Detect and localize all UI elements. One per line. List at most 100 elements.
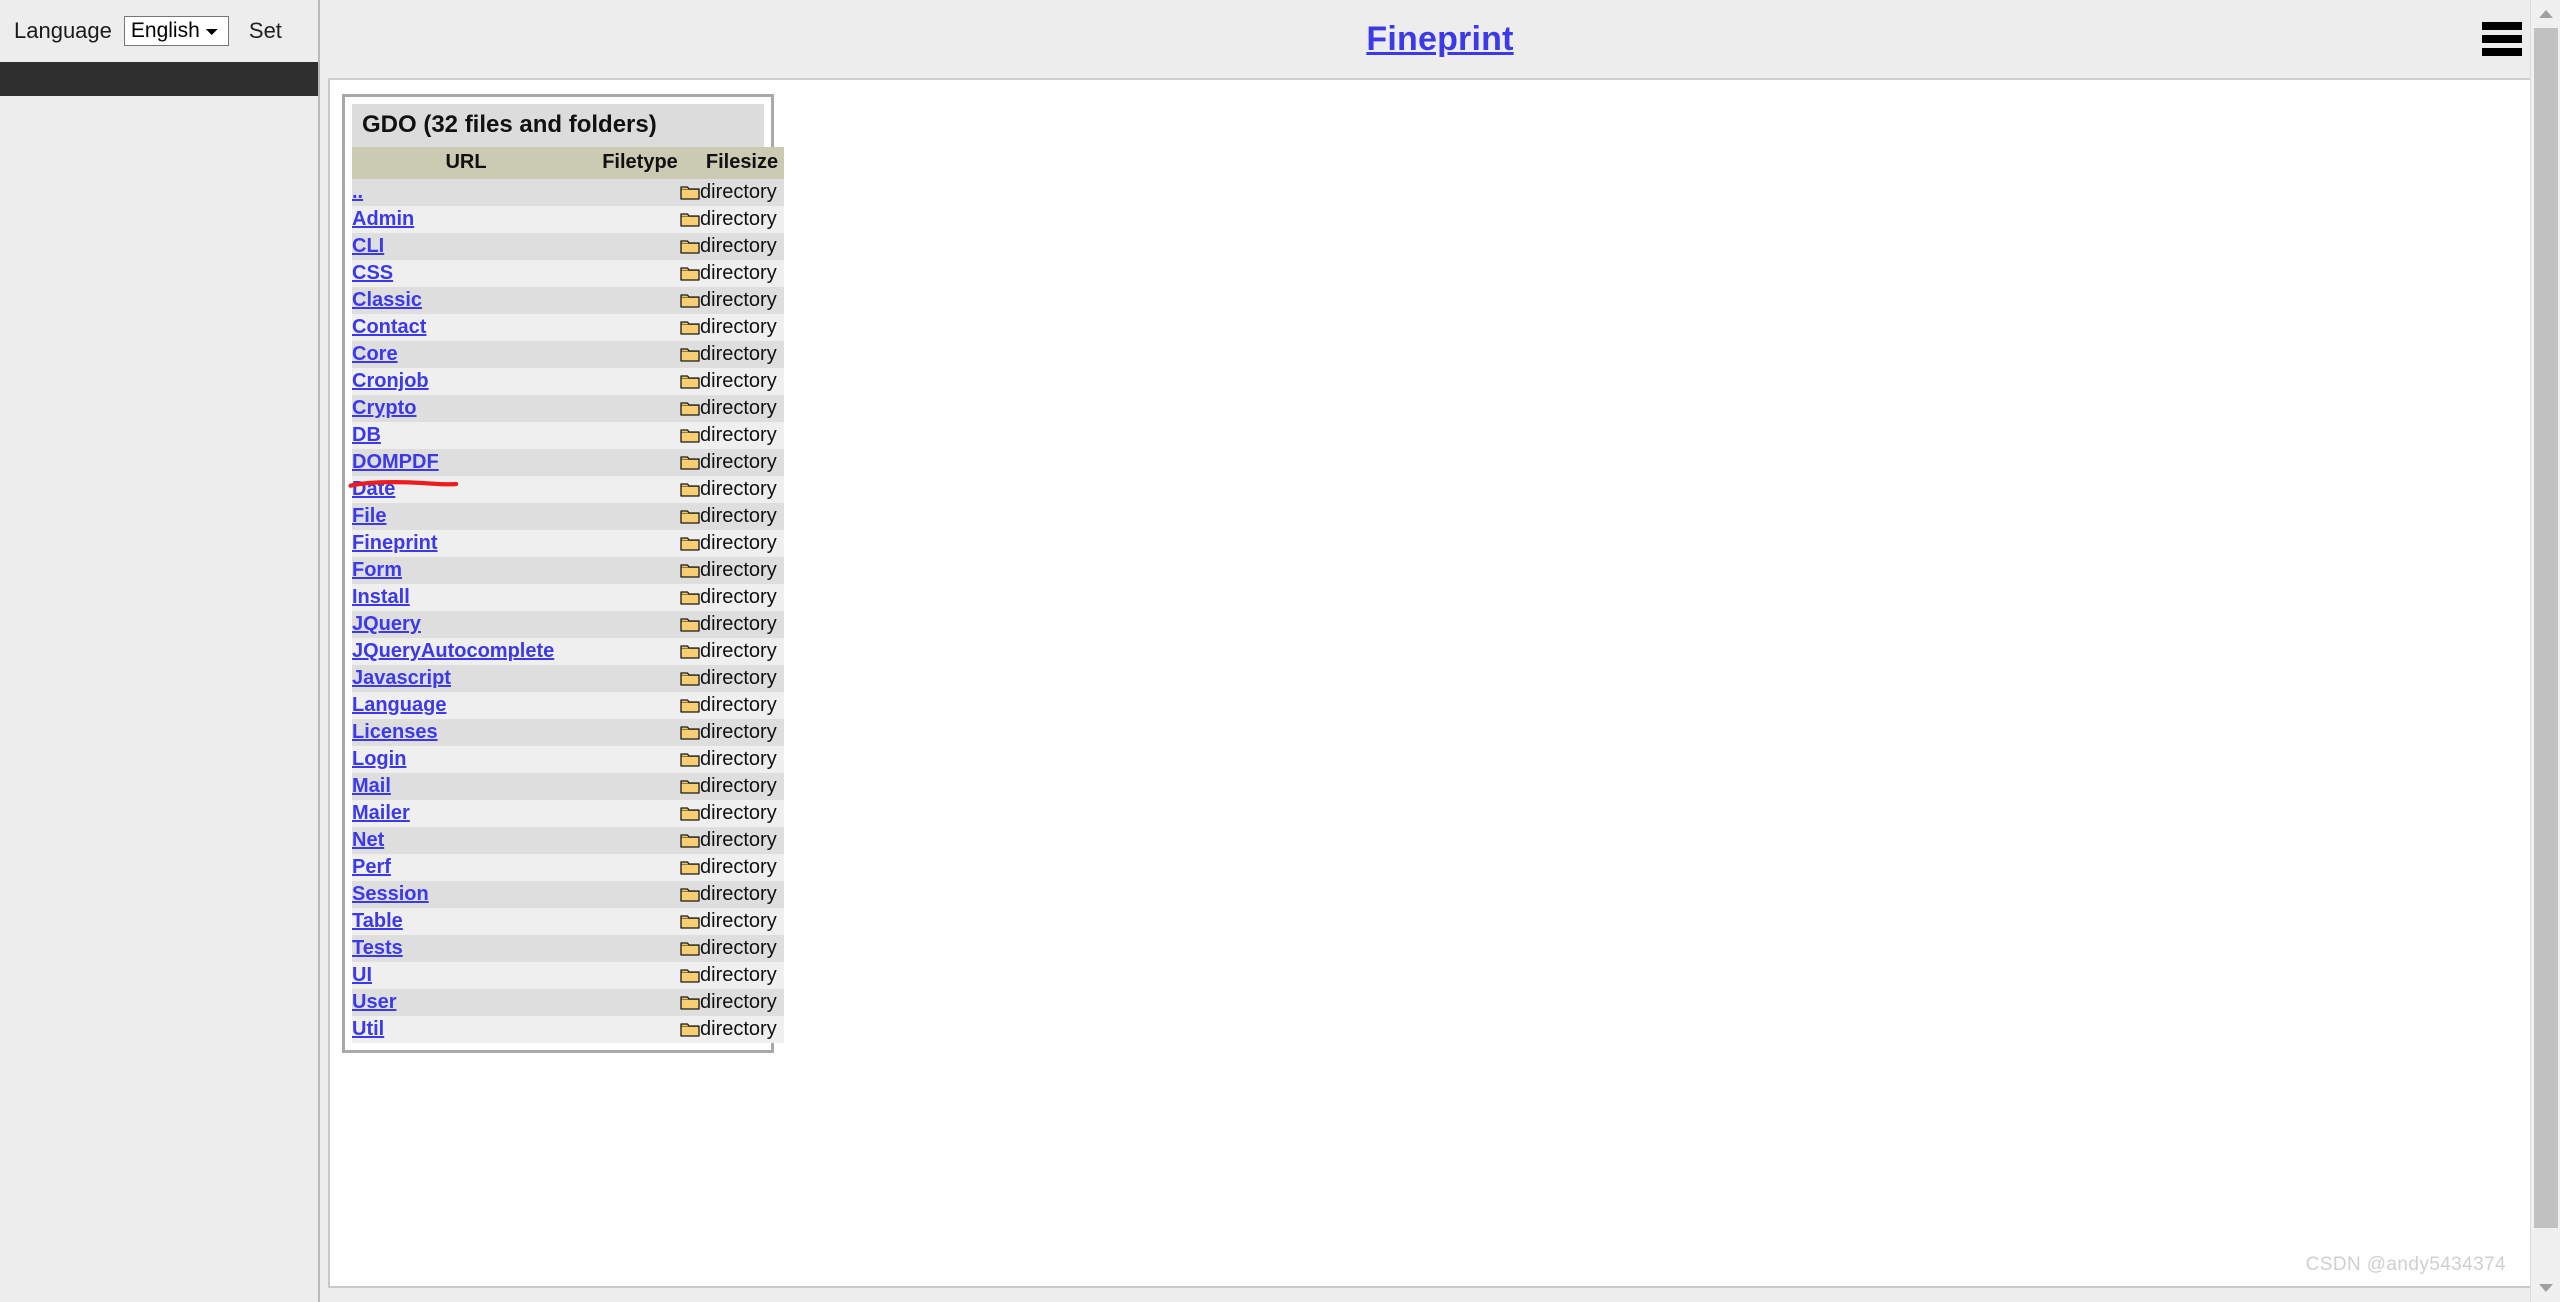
table-row[interactable]: User directory bbox=[352, 989, 784, 1016]
column-header-url[interactable]: URL bbox=[352, 147, 580, 179]
table-header-row: URL Filetype Filesize bbox=[352, 147, 784, 179]
top-bar: Fineprint bbox=[320, 0, 2560, 78]
table-row[interactable]: CSS directory bbox=[352, 260, 784, 287]
table-row[interactable]: Mail directory bbox=[352, 773, 784, 800]
table-row[interactable]: DOMPDF directory bbox=[352, 449, 784, 476]
file-link[interactable]: File bbox=[352, 505, 386, 527]
file-link[interactable]: Session bbox=[352, 883, 429, 905]
table-row[interactable]: Util directory bbox=[352, 1016, 784, 1043]
language-select[interactable]: English bbox=[123, 16, 229, 46]
table-row[interactable]: Date directory bbox=[352, 476, 784, 503]
file-link[interactable]: JQuery bbox=[352, 613, 421, 635]
cell-filetype: directory bbox=[700, 181, 777, 203]
table-row[interactable]: DB directory bbox=[352, 422, 784, 449]
file-link[interactable]: Form bbox=[352, 559, 402, 581]
cell-url: Perf bbox=[352, 854, 580, 881]
folder-icon bbox=[580, 881, 700, 908]
table-row[interactable]: Contact directory bbox=[352, 314, 784, 341]
file-link[interactable]: Javascript bbox=[352, 667, 451, 689]
table-row[interactable]: Perf directory bbox=[352, 854, 784, 881]
page-scrollbar[interactable] bbox=[2530, 0, 2560, 1302]
file-link[interactable]: Net bbox=[352, 829, 384, 851]
table-row[interactable]: Crypto directory bbox=[352, 395, 784, 422]
table-row[interactable]: Fineprint directory bbox=[352, 530, 784, 557]
file-link[interactable]: JQueryAutocomplete bbox=[352, 640, 554, 662]
main-area: Fineprint GDO (32 files and folders) URL… bbox=[320, 0, 2560, 1302]
table-row[interactable]: Table directory bbox=[352, 908, 784, 935]
cell-filetype: directory bbox=[700, 721, 777, 743]
table-row[interactable]: Licenses directory bbox=[352, 719, 784, 746]
table-row[interactable]: Classic directory bbox=[352, 287, 784, 314]
file-link[interactable]: CSS bbox=[352, 262, 393, 284]
file-link[interactable]: DOMPDF bbox=[352, 451, 439, 473]
cell-url: Cronjob bbox=[352, 368, 580, 395]
table-row[interactable]: Cronjob directory bbox=[352, 368, 784, 395]
set-button[interactable]: Set bbox=[249, 18, 282, 44]
cell-url: Language bbox=[352, 692, 580, 719]
table-row[interactable]: Install directory bbox=[352, 584, 784, 611]
file-link[interactable]: UI bbox=[352, 964, 372, 986]
file-link[interactable]: CLI bbox=[352, 235, 384, 257]
file-link[interactable]: User bbox=[352, 991, 396, 1013]
file-link[interactable]: Mailer bbox=[352, 802, 410, 824]
file-link[interactable]: Login bbox=[352, 748, 406, 770]
sidebar-body bbox=[0, 96, 318, 1302]
table-row[interactable]: Tests directory bbox=[352, 935, 784, 962]
file-link[interactable]: Contact bbox=[352, 316, 426, 338]
file-link[interactable]: Install bbox=[352, 586, 410, 608]
file-link[interactable]: Crypto bbox=[352, 397, 416, 419]
cell-filetype: directory bbox=[700, 586, 777, 608]
table-row[interactable]: UI directory bbox=[352, 962, 784, 989]
cell-filetype: directory bbox=[700, 748, 777, 770]
cell-url: Classic bbox=[352, 287, 580, 314]
file-link[interactable]: Language bbox=[352, 694, 446, 716]
file-link[interactable]: Table bbox=[352, 910, 403, 932]
column-header-filesize[interactable]: Filesize bbox=[700, 147, 784, 179]
table-row[interactable]: Form directory bbox=[352, 557, 784, 584]
folder-icon bbox=[580, 746, 700, 773]
scroll-down-arrow-icon[interactable] bbox=[2530, 1274, 2560, 1302]
file-link[interactable]: Cronjob bbox=[352, 370, 429, 392]
table-row[interactable]: JQueryAutocomplete directory bbox=[352, 638, 784, 665]
file-link[interactable]: Mail bbox=[352, 775, 391, 797]
table-row[interactable]: Core directory bbox=[352, 341, 784, 368]
file-link[interactable]: Date bbox=[352, 478, 395, 500]
table-row[interactable]: File directory bbox=[352, 503, 784, 530]
column-header-filetype[interactable]: Filetype bbox=[580, 147, 700, 179]
table-row[interactable]: Net directory bbox=[352, 827, 784, 854]
folder-icon bbox=[580, 719, 700, 746]
table-row[interactable]: .. directory bbox=[352, 179, 784, 206]
table-row[interactable]: Javascript directory bbox=[352, 665, 784, 692]
file-link[interactable]: Classic bbox=[352, 289, 422, 311]
cell-filetype: directory bbox=[700, 802, 777, 824]
folder-icon bbox=[580, 638, 700, 665]
file-link[interactable]: .. bbox=[352, 181, 363, 203]
folder-icon bbox=[580, 989, 700, 1016]
file-link[interactable]: Perf bbox=[352, 856, 391, 878]
scroll-up-arrow-icon[interactable] bbox=[2530, 0, 2560, 28]
cell-filetype: directory bbox=[700, 613, 777, 635]
folder-icon bbox=[580, 800, 700, 827]
cell-url: Form bbox=[352, 557, 580, 584]
table-row[interactable]: Mailer directory bbox=[352, 800, 784, 827]
cell-filetype: directory bbox=[700, 343, 777, 365]
table-row[interactable]: Session directory bbox=[352, 881, 784, 908]
hamburger-menu-icon[interactable] bbox=[2482, 22, 2522, 56]
table-row[interactable]: Login directory bbox=[352, 746, 784, 773]
scrollbar-track[interactable] bbox=[2530, 28, 2560, 1274]
table-row[interactable]: Admin directory bbox=[352, 206, 784, 233]
table-row[interactable]: Language directory bbox=[352, 692, 784, 719]
file-link[interactable]: Fineprint bbox=[352, 532, 438, 554]
table-row[interactable]: JQuery directory bbox=[352, 611, 784, 638]
file-link[interactable]: DB bbox=[352, 424, 381, 446]
file-link[interactable]: Admin bbox=[352, 208, 414, 230]
file-link[interactable]: Tests bbox=[352, 937, 403, 959]
scrollbar-thumb[interactable] bbox=[2533, 28, 2558, 1228]
table-row[interactable]: CLI directory bbox=[352, 233, 784, 260]
file-link[interactable]: Util bbox=[352, 1018, 384, 1040]
file-link[interactable]: Core bbox=[352, 343, 398, 365]
folder-icon bbox=[580, 611, 700, 638]
cell-url: Contact bbox=[352, 314, 580, 341]
file-link[interactable]: Licenses bbox=[352, 721, 438, 743]
page-title[interactable]: Fineprint bbox=[1366, 20, 1513, 59]
